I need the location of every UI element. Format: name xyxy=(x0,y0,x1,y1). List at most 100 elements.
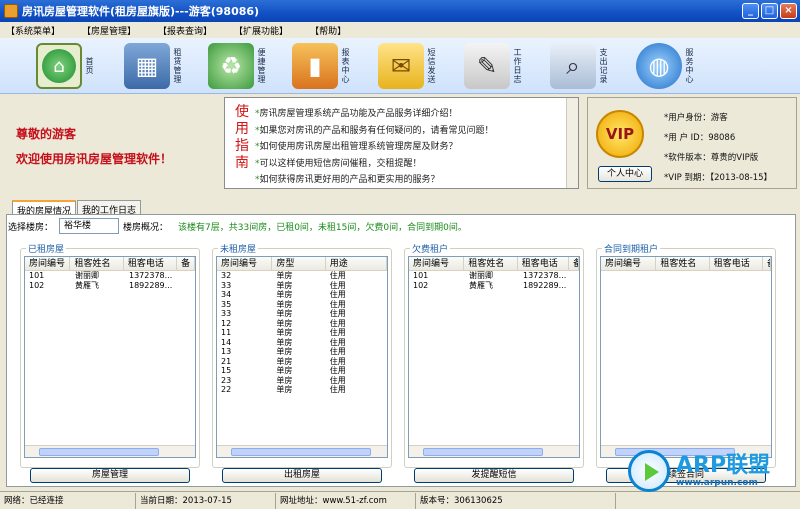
column-header[interactable]: 租客电话 xyxy=(710,257,764,270)
account-panel: VIP 个人中心 *用户身份：游客 *用 户 ID：98086 *软件版本：尊贵… xyxy=(587,97,797,189)
banner: 尊敬的游客 欢迎使用房讯房屋管理软件！ 使用指南 *房讯房屋管理系统产品功能及产… xyxy=(0,95,800,193)
table-cell: 住用 xyxy=(329,318,346,328)
table-cell: 102 xyxy=(413,280,429,290)
guide-tag: 使用指南 xyxy=(235,104,249,171)
table-row[interactable]: 33 单房 住用 xyxy=(217,309,387,319)
table-cell: 单房 xyxy=(276,271,293,280)
menu-house[interactable]: 【房屋管理】 xyxy=(82,24,136,37)
vip-badge: VIP xyxy=(596,110,644,158)
toolbar-home[interactable]: ⌂ 首页 xyxy=(36,41,116,91)
toolbar-log[interactable]: ✎ 工作日志 xyxy=(464,41,544,91)
column-header[interactable]: 房型 xyxy=(272,257,326,270)
table-cell: 13 xyxy=(221,347,232,356)
column-header[interactable]: 租客姓名 xyxy=(464,257,518,270)
column-header[interactable]: 房间编号 xyxy=(409,257,465,270)
column-header[interactable]: 租客电话 xyxy=(518,257,570,270)
watermark-url: www.arpun.com xyxy=(676,478,758,488)
vacant-grid[interactable]: 房间编号 房型 用途 32 单房 住用 33 单房 住用 34 单房 住用 35 单房 住用 33 单房住… xyxy=(216,256,388,458)
maximize-button[interactable]: □ xyxy=(761,3,778,19)
horizontal-scrollbar[interactable] xyxy=(217,445,387,457)
toolbar-quick[interactable]: ♻ 便捷管理 xyxy=(208,41,288,91)
menu-help[interactable]: 【帮助】 xyxy=(310,24,346,37)
building-select[interactable]: 裕华楼 xyxy=(59,218,120,234)
status-version: 版本号：306130625 xyxy=(416,492,616,509)
toolbar-lease[interactable]: ▦ 租赁管理 xyxy=(124,41,204,91)
column-header[interactable]: 备 xyxy=(177,257,195,270)
table-cell: 住用 xyxy=(329,280,346,290)
horizontal-scrollbar[interactable] xyxy=(25,445,195,457)
recycle-house-icon: ♻ xyxy=(208,43,254,89)
column-header[interactable]: 用途 xyxy=(326,257,387,270)
table-row[interactable]: 11 单房 住用 xyxy=(217,328,387,338)
toolbar-report[interactable]: ▮ 报表中心 xyxy=(292,41,372,91)
guide-item[interactable]: *如果您对房讯的产品和服务有任何疑问的，请看常见问题！ xyxy=(255,123,494,140)
send-reminder-button[interactable]: 发提醒短信 xyxy=(414,468,574,483)
table-cell: 住用 xyxy=(329,337,346,347)
guide-item[interactable]: *可以这样使用短信房间催租，交租提醒！ xyxy=(255,156,494,173)
table-cell: 单房 xyxy=(276,328,293,337)
table-cell: 单房 xyxy=(276,280,293,290)
table-cell: 101 xyxy=(413,271,429,280)
column-header[interactable]: 租客电话 xyxy=(124,257,178,270)
personal-center-button[interactable]: 个人中心 xyxy=(598,166,652,182)
house-manage-button[interactable]: 房屋管理 xyxy=(30,468,190,483)
column-header[interactable]: 房间编号 xyxy=(25,257,71,270)
toolbar-service[interactable]: ◍ 服务中心 xyxy=(636,41,716,91)
welcome-message: 尊敬的游客 欢迎使用房讯房屋管理软件！ xyxy=(16,127,173,166)
table-cell: 住用 xyxy=(329,309,346,318)
rent-out-button[interactable]: 出租房屋 xyxy=(222,468,382,483)
column-header[interactable]: 备 xyxy=(569,257,579,270)
table-cell: 单房 xyxy=(276,385,293,394)
table-row[interactable]: 34 单房 住用 xyxy=(217,290,387,300)
minimize-button[interactable]: _ xyxy=(742,3,759,19)
rented-grid[interactable]: 房间编号 租客姓名 租客电话 备 101 谢丽卿 1372378... 102 黄雁飞 1… xyxy=(24,256,196,458)
account-info: *用户身份：游客 *用 户 ID：98086 *软件版本：尊贵的VIP版 *VI… xyxy=(664,113,773,183)
table-row[interactable]: 21 单房 住用 xyxy=(217,357,387,367)
table-cell: 谢丽卿 xyxy=(75,271,99,280)
menu-system[interactable]: 【系统菜单】 xyxy=(6,24,60,37)
title-bar[interactable]: 房讯房屋管理软件(租房屋旗版)---游客(98086) _ □ × xyxy=(0,0,800,22)
guide-item[interactable]: *房讯房屋管理系统产品功能及产品服务详细介绍！ xyxy=(255,106,494,123)
table-row[interactable]: 102 黄雁飞 1892289... xyxy=(409,281,579,291)
table-row[interactable]: 33 单房 住用 xyxy=(217,281,387,291)
group-title: 合同到期租户 xyxy=(602,242,661,255)
table-row[interactable]: 22 单房 住用 xyxy=(217,385,387,395)
table-cell: 住用 xyxy=(329,271,346,280)
table-cell: 单房 xyxy=(276,375,293,385)
table-row[interactable]: 13 单房 住用 xyxy=(217,347,387,357)
table-cell: 33 xyxy=(221,309,232,318)
guide-scrollbar[interactable] xyxy=(566,98,578,188)
notebook-icon: ✎ xyxy=(464,43,510,89)
menu-report[interactable]: 【报表查询】 xyxy=(158,24,212,37)
group-title: 未租房屋 xyxy=(218,242,259,255)
column-header[interactable]: 房间编号 xyxy=(601,257,657,270)
table-cell: 住用 xyxy=(329,290,346,299)
table-row[interactable]: 12 单房 住用 xyxy=(217,319,387,329)
table-row[interactable]: 101 谢丽卿 1372378... xyxy=(25,271,195,281)
column-header[interactable]: 房间编号 xyxy=(217,257,273,270)
table-row[interactable]: 14 单房 住用 xyxy=(217,338,387,348)
close-button[interactable]: × xyxy=(780,3,797,19)
table-cell: 101 xyxy=(29,271,45,280)
table-row[interactable]: 15 单房 住用 xyxy=(217,366,387,376)
table-row[interactable]: 32 单房 住用 xyxy=(217,271,387,281)
column-header[interactable]: 备 xyxy=(763,257,771,270)
arrears-grid[interactable]: 房间编号 租客姓名 租客电话 备 101谢丽卿1372378...102黄雁飞1… xyxy=(408,256,580,458)
table-cell: 单房 xyxy=(276,337,293,347)
table-row[interactable]: 102 黄雁飞 1892289... xyxy=(25,281,195,291)
toolbar-sms[interactable]: ✉ 短信发送 xyxy=(378,41,458,91)
menu-extend[interactable]: 【扩展功能】 xyxy=(234,24,288,37)
column-header[interactable]: 租客姓名 xyxy=(70,257,124,270)
expiring-grid[interactable]: 房间编号 租客姓名 租客电话 备 xyxy=(600,256,772,458)
home-icon: ⌂ xyxy=(36,43,82,89)
table-row[interactable]: 35 单房 住用 xyxy=(217,300,387,310)
column-header[interactable]: 租客姓名 xyxy=(656,257,710,270)
table-row[interactable]: 23 单房 住用 xyxy=(217,376,387,386)
guide-item[interactable]: *如何使用房讯房屋出租管理系统管理房屋及财务？ xyxy=(255,139,494,156)
horizontal-scrollbar[interactable] xyxy=(409,445,579,457)
toolbar-expense[interactable]: ⌕ 支出记录 xyxy=(550,41,630,91)
table-row[interactable]: 101 谢丽卿 1372378... xyxy=(409,271,579,281)
guide-item[interactable]: *如何获得房讯更好用的产品和更实用的服务？ xyxy=(255,172,494,189)
table-cell: 1372378... xyxy=(523,271,567,280)
overview-text: 该楼有7层，共33间房，已租0间，未租15间，欠费0间，合同到期0间。 xyxy=(178,222,467,233)
